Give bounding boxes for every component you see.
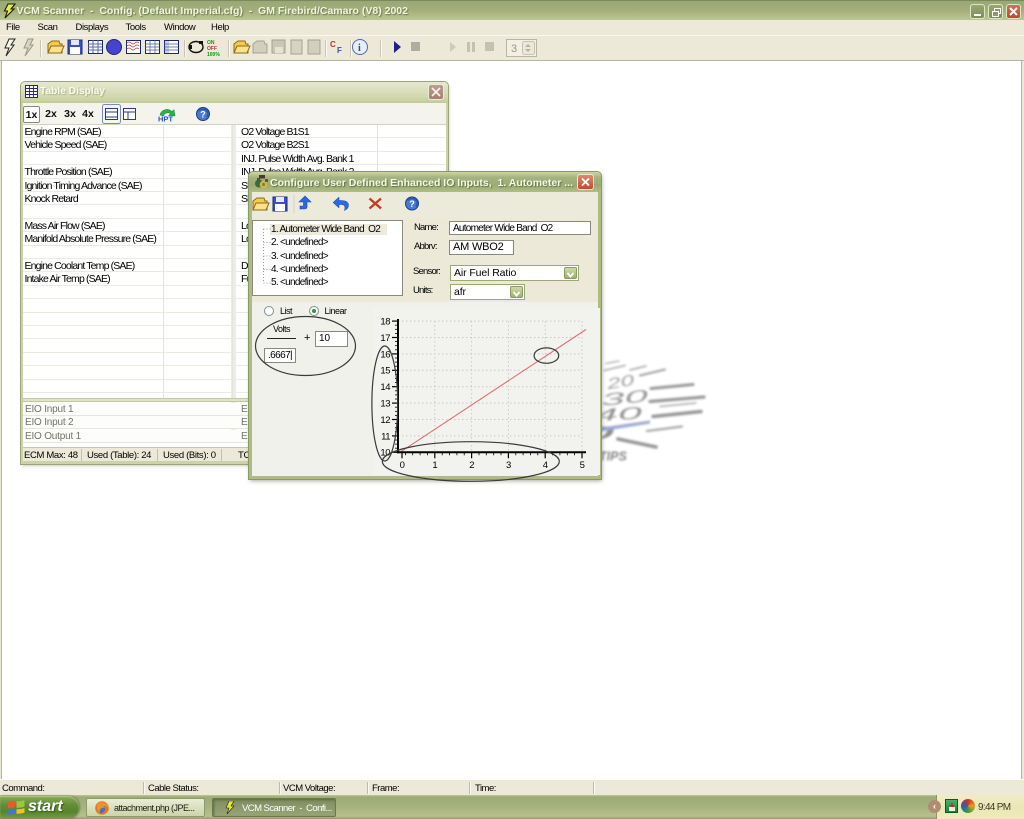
svg-text:13: 13 [380, 399, 390, 410]
svg-text:10: 10 [380, 448, 390, 459]
svg-text:F: F [337, 46, 342, 55]
svg-text:5: 5 [580, 460, 585, 471]
svg-text:?: ? [409, 199, 415, 209]
svg-text:17: 17 [380, 333, 390, 344]
svg-text:2: 2 [469, 460, 474, 471]
svg-text:15: 15 [380, 366, 390, 377]
svg-text:14: 14 [380, 382, 390, 393]
svg-text:1: 1 [432, 460, 437, 471]
svg-text:?: ? [200, 110, 206, 120]
svg-text:HPT: HPT [158, 115, 173, 124]
svg-text:11: 11 [381, 431, 390, 442]
svg-text:3: 3 [506, 460, 511, 471]
svg-text:C: C [330, 40, 336, 49]
svg-text:4: 4 [543, 460, 548, 471]
svg-text:100%: 100% [207, 52, 220, 58]
svg-text:16: 16 [380, 349, 390, 360]
svg-text:3: 3 [511, 43, 517, 55]
svg-text:18: 18 [380, 317, 390, 328]
svg-text:0: 0 [400, 460, 405, 471]
svg-text:i: i [358, 43, 361, 54]
svg-text:TIPS: TIPS [599, 450, 627, 464]
svg-text:12: 12 [380, 415, 390, 426]
